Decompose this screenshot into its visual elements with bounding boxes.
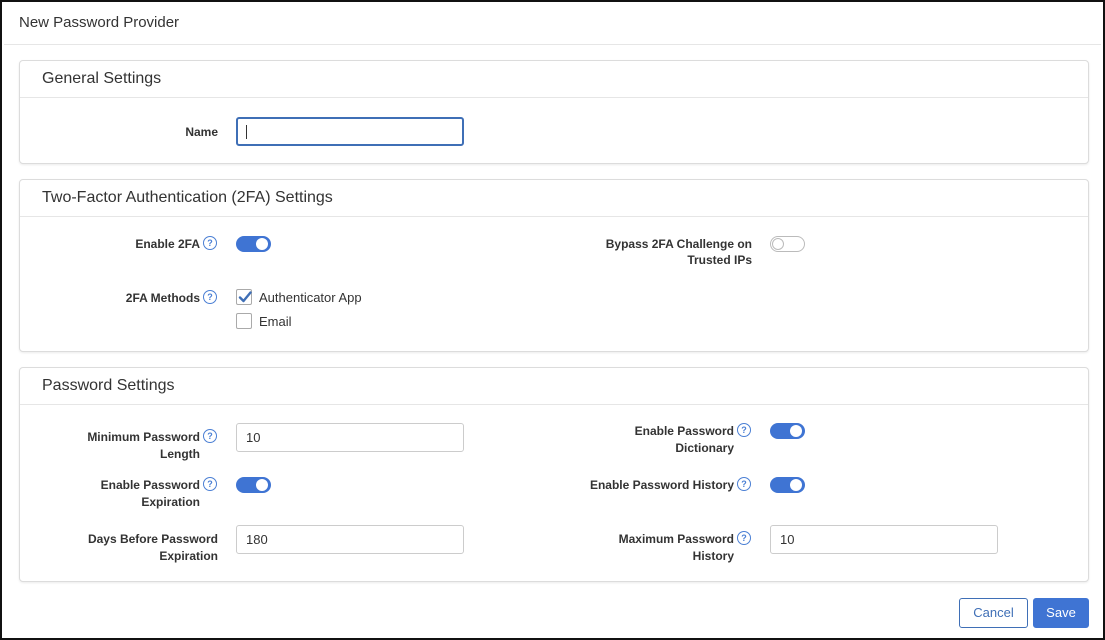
min-length-label-line2: Length (160, 447, 200, 461)
help-icon[interactable]: ? (737, 477, 751, 491)
days-expiration-input[interactable]: 180 (236, 525, 464, 554)
general-settings-card: General Settings Name (19, 60, 1089, 164)
help-icon[interactable]: ? (203, 236, 217, 250)
help-icon[interactable]: ? (203, 290, 217, 304)
twofa-settings-heading: Two-Factor Authentication (2FA) Settings (20, 180, 1088, 217)
max-history-input[interactable]: 10 (770, 525, 998, 554)
toggle-knob (790, 425, 802, 437)
days-expiration-label-line2: Expiration (159, 549, 218, 563)
email-label: Email (259, 314, 292, 329)
title-divider (4, 44, 1101, 45)
enable-2fa-toggle[interactable] (236, 236, 271, 252)
save-button[interactable]: Save (1033, 598, 1089, 628)
2fa-methods-label: 2FA Methods (125, 291, 200, 305)
name-label: Name (185, 125, 218, 139)
max-history-label-line1: Maximum Password (618, 532, 734, 546)
authenticator-app-checkbox[interactable] (236, 289, 252, 305)
twofa-settings-card: Two-Factor Authentication (2FA) Settings… (19, 179, 1089, 352)
dictionary-label-line2: Dictionary (675, 441, 734, 455)
history-label: Enable Password History (589, 478, 734, 492)
toggle-knob (256, 479, 268, 491)
general-settings-heading: General Settings (20, 61, 1088, 98)
checkmark-icon (238, 291, 252, 303)
password-settings-card: Password Settings Minimum Password Lengt… (19, 367, 1089, 582)
expiration-toggle[interactable] (236, 477, 271, 493)
toggle-knob (790, 479, 802, 491)
expiration-label-line1: Enable Password (100, 478, 200, 492)
text-caret (246, 125, 247, 139)
expiration-label-line2: Expiration (141, 495, 200, 509)
email-checkbox[interactable] (236, 313, 252, 329)
name-input[interactable] (236, 117, 464, 146)
days-expiration-label-line1: Days Before Password (87, 532, 218, 546)
enable-2fa-label: Enable 2FA (135, 237, 200, 251)
history-toggle[interactable] (770, 477, 805, 493)
toggle-knob (256, 238, 268, 250)
toggle-knob (772, 238, 784, 250)
dictionary-toggle[interactable] (770, 423, 805, 439)
dialog: New Password Provider General Settings N… (0, 0, 1105, 640)
bypass-2fa-toggle[interactable] (770, 236, 805, 252)
help-icon[interactable]: ? (737, 531, 751, 545)
max-history-label-line2: History (692, 549, 734, 563)
dictionary-label-line1: Enable Password (634, 424, 734, 438)
cancel-button[interactable]: Cancel (959, 598, 1028, 628)
password-settings-heading: Password Settings (20, 368, 1088, 405)
min-length-input[interactable]: 10 (236, 423, 464, 452)
bypass-2fa-label-line1: Bypass 2FA Challenge on (605, 237, 752, 251)
min-length-label-line1: Minimum Password (87, 430, 200, 444)
help-icon[interactable]: ? (203, 429, 217, 443)
authenticator-app-label: Authenticator App (259, 290, 362, 305)
dialog-title: New Password Provider (19, 14, 180, 31)
help-icon[interactable]: ? (737, 423, 751, 437)
bypass-2fa-label-line2: Trusted IPs (687, 253, 752, 267)
help-icon[interactable]: ? (203, 477, 217, 491)
